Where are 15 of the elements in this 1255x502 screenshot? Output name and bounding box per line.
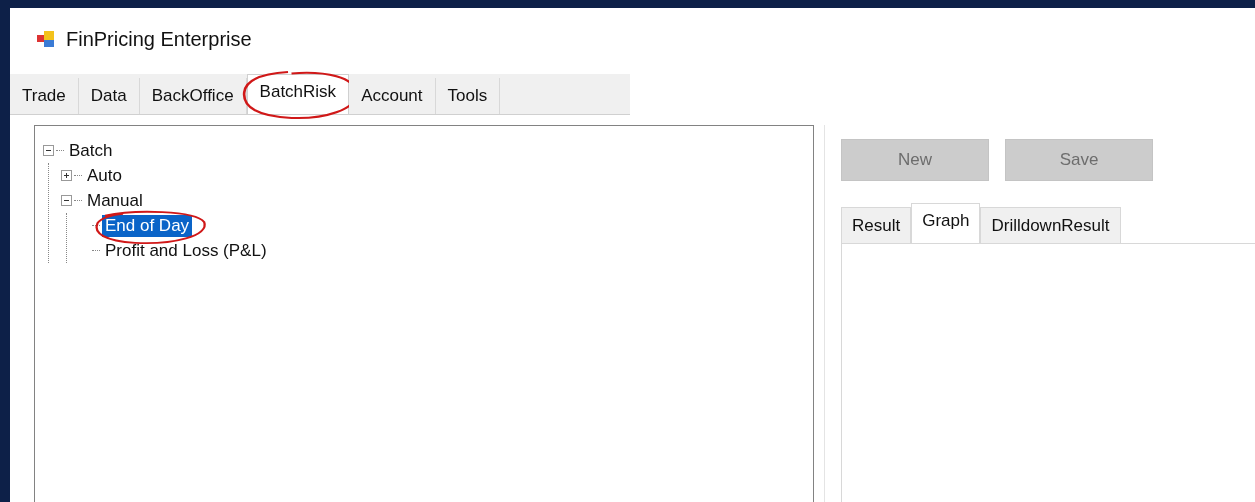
plus-box-icon[interactable]: [61, 170, 72, 181]
tree-item[interactable]: End of Day: [102, 214, 193, 237]
tree-item[interactable]: Profit and Loss (P&L): [102, 239, 270, 262]
minus-box-icon[interactable]: [61, 195, 72, 206]
tree-item[interactable]: Auto: [84, 164, 125, 187]
tab[interactable]: Graph: [911, 203, 981, 243]
app-icon: [36, 29, 56, 49]
window-title: FinPricing Enterprise: [66, 27, 252, 51]
tree-item[interactable]: Manual: [84, 189, 146, 212]
tree-item[interactable]: Batch: [66, 139, 116, 162]
tab[interactable]: DrilldownResult: [980, 207, 1121, 243]
minus-box-icon[interactable]: [43, 145, 54, 156]
tab[interactable]: Account: [349, 78, 436, 114]
tab[interactable]: Result: [841, 207, 912, 243]
tab[interactable]: BatchRisk: [246, 74, 350, 114]
